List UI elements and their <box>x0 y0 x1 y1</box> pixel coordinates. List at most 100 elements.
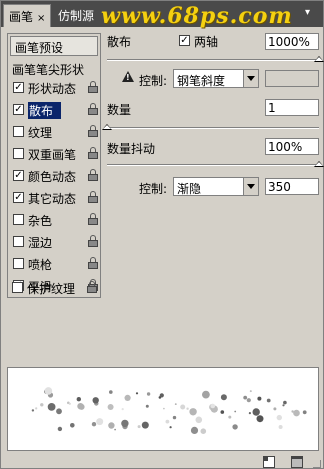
fade-steps-input[interactable]: 350 <box>265 178 319 195</box>
tab-strip: 画笔 × 仿制源 www.68ps.com ▾ <box>1 1 323 29</box>
option-checkbox[interactable]: ✓ <box>13 82 24 93</box>
tab-clone-source[interactable]: 仿制源 <box>53 4 99 27</box>
brush-dot <box>165 419 170 424</box>
option-label: 纹理 <box>28 126 53 140</box>
jitter-control-label: 控制: <box>139 182 168 196</box>
brush-options-list: 画笔预设 画笔笔尖形状 ✓ 形状动态 ✓ 散布 纹理 双重画笔 ✓ 颜色动态 ✓… <box>7 33 101 298</box>
option-dual-brush[interactable]: 双重画笔 <box>10 144 100 164</box>
chevron-down-icon[interactable] <box>243 70 258 87</box>
lock-icon[interactable] <box>88 191 98 203</box>
brush-dot <box>91 422 97 427</box>
panel-menu-icon[interactable]: ▾ <box>305 7 317 19</box>
count-jitter-slider[interactable] <box>107 164 319 166</box>
brush-dot <box>145 404 149 408</box>
option-checkbox[interactable]: ✓ <box>13 192 24 203</box>
count-value-input[interactable]: 1 <box>265 99 319 116</box>
brush-dot <box>146 392 151 396</box>
option-texture[interactable]: 纹理 <box>10 122 100 142</box>
scatter-slider[interactable] <box>107 59 319 61</box>
option-checkbox[interactable] <box>13 258 24 269</box>
warning-icon <box>122 71 134 82</box>
brush-dot <box>293 409 300 417</box>
lock-icon[interactable] <box>88 81 98 93</box>
brush-dot <box>135 392 139 395</box>
brush-dot <box>249 390 252 393</box>
jitter-control-select[interactable]: 渐隐 <box>173 177 259 196</box>
brush-dot <box>108 422 115 429</box>
brush-dot <box>96 418 104 426</box>
brush-dot <box>266 398 271 403</box>
chevron-down-icon[interactable] <box>243 178 258 195</box>
lock-icon[interactable] <box>88 169 98 181</box>
option-checkbox[interactable] <box>13 236 24 247</box>
option-checkbox[interactable] <box>13 148 24 159</box>
brush-dot <box>35 407 38 410</box>
count-jitter-slider-thumb[interactable] <box>314 161 324 167</box>
brush-dot <box>200 428 207 434</box>
trash-icon[interactable] <box>291 456 303 468</box>
count-slider-thumb[interactable] <box>102 124 112 130</box>
option-wet-edges[interactable]: 湿边 <box>10 232 100 252</box>
brush-dot <box>121 419 129 428</box>
option-color-dynamics[interactable]: ✓ 颜色动态 <box>10 166 100 186</box>
option-label: 湿边 <box>28 236 53 250</box>
option-label: 散布 <box>28 102 62 119</box>
option-label: 杂色 <box>28 214 53 228</box>
option-other-dynamics[interactable]: ✓ 其它动态 <box>10 188 100 208</box>
brush-dot <box>291 410 294 413</box>
brush-dot <box>276 414 282 421</box>
lock-icon[interactable] <box>88 125 98 137</box>
resize-grip-icon[interactable] <box>313 460 321 468</box>
brush-dot <box>302 410 307 415</box>
option-checkbox[interactable] <box>13 214 24 225</box>
brush-dot <box>283 400 287 405</box>
brush-dot <box>68 402 71 405</box>
tab-close-icon[interactable]: × <box>37 13 45 24</box>
both-axes-checkbox[interactable]: ✓ <box>179 35 190 46</box>
jitter-control-value: 渐隐 <box>177 182 202 196</box>
brush-dot <box>180 404 186 410</box>
lock-icon[interactable] <box>87 281 97 293</box>
lock-icon[interactable] <box>88 235 98 247</box>
brush-dot <box>92 397 99 404</box>
option-scattering[interactable]: ✓ 散布 <box>10 100 100 120</box>
count-slider[interactable] <box>107 127 319 129</box>
count-jitter-value-input[interactable]: 100% <box>265 138 319 155</box>
option-label: 保护纹理 <box>27 282 76 296</box>
option-shape-dynamics[interactable]: ✓ 形状动态 <box>10 78 100 98</box>
option-noise[interactable]: 杂色 <box>10 210 100 230</box>
scatter-value-input[interactable]: 1000% <box>265 33 319 50</box>
scatter-control-select[interactable]: 钢笔斜度 <box>173 69 259 88</box>
option-checkbox[interactable] <box>12 282 23 293</box>
option-airbrush[interactable]: 喷枪 <box>10 254 100 274</box>
brush-dot <box>47 403 56 411</box>
brush-dot <box>40 403 44 407</box>
lock-icon[interactable] <box>88 147 98 159</box>
tab-brush[interactable]: 画笔 × <box>3 4 52 27</box>
new-brush-icon[interactable] <box>263 456 275 468</box>
brush-tip-shape-item[interactable]: 画笔笔尖形状 <box>12 61 84 78</box>
brush-presets-button[interactable]: 画笔预设 <box>10 36 98 56</box>
scatter-slider-thumb[interactable] <box>314 56 324 62</box>
brush-dot <box>107 404 114 410</box>
lock-icon[interactable] <box>88 213 98 225</box>
brush-dot <box>234 410 237 413</box>
lock-icon[interactable] <box>88 103 98 115</box>
scatter-dots-preview <box>31 387 307 434</box>
brush-dot <box>70 423 75 428</box>
brush-dot <box>228 415 232 419</box>
option-checkbox[interactable] <box>13 126 24 137</box>
brush-dot <box>169 426 172 429</box>
brush-dot <box>273 407 277 411</box>
brush-dot <box>78 403 85 410</box>
option-checkbox[interactable]: ✓ <box>13 104 24 115</box>
brush-dot <box>220 410 225 414</box>
lock-icon[interactable] <box>88 257 98 269</box>
option-protect-texture[interactable]: 保护纹理 <box>9 278 99 298</box>
brush-dot <box>186 407 189 410</box>
option-checkbox[interactable]: ✓ <box>13 170 24 181</box>
scatter-control-extra-input <box>265 70 319 87</box>
brush-panel: 画笔 × 仿制源 www.68ps.com ▾ 画笔预设 画笔笔尖形状 ✓ 形状动… <box>0 0 324 469</box>
brush-dot <box>174 403 177 405</box>
brush-dot <box>248 412 251 415</box>
